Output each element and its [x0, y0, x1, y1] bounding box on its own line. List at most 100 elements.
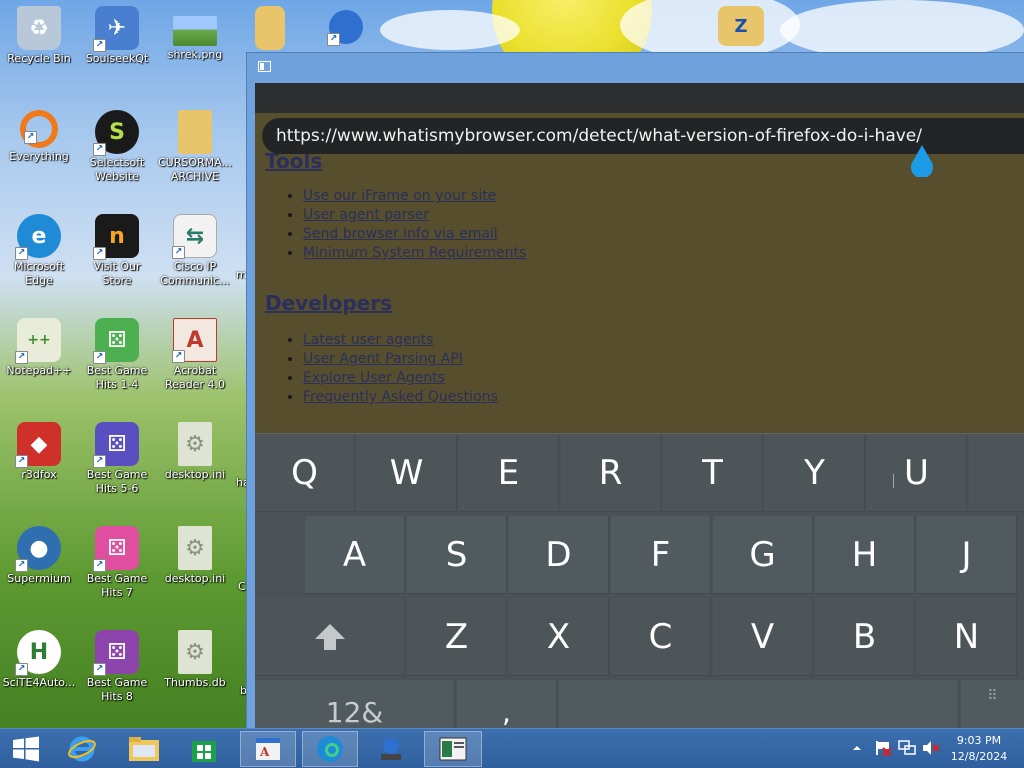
icon-label: Selectsoft Website: [89, 156, 145, 183]
desktop-icon-soulseekqt[interactable]: ✈ ↗ SoulseekQt: [78, 6, 156, 66]
key-w[interactable]: W: [357, 434, 457, 512]
icon-label: SciTE4Auto...: [2, 676, 76, 689]
desktop-icon-best-game-hits-8[interactable]: ⚄ ↗ Best Game Hits 8: [78, 630, 156, 704]
key-e[interactable]: E: [459, 434, 559, 512]
browser-window: Tools Use our iFrame on your site User a…: [246, 52, 1024, 729]
link-send-email[interactable]: Send browser info via email: [303, 226, 498, 242]
taskbar-file-explorer[interactable]: [118, 731, 170, 767]
wallpaper-cloud: [620, 0, 800, 60]
zip-folder-icon[interactable]: Z: [716, 6, 766, 48]
link-explore-user-agents[interactable]: Explore User Agents: [303, 370, 445, 386]
link-iframe[interactable]: Use our iFrame on your site: [303, 188, 496, 204]
list-item: User agent parser: [303, 206, 526, 225]
desktop-icon-acrobat-reader[interactable]: A ↗ Acrobat Reader 4.0: [156, 318, 234, 392]
image-file-icon: [173, 16, 217, 46]
keyboard-layout-icon[interactable]: ⠿: [961, 680, 1024, 729]
window-menu-icon[interactable]: [258, 61, 271, 72]
key-z[interactable]: Z: [407, 598, 507, 676]
desktop-icon-r3dfox[interactable]: ◆ ↗ r3dfox: [0, 422, 78, 482]
desktop-icon-everything[interactable]: ↗ Everything: [0, 110, 78, 164]
key-y[interactable]: Y: [765, 434, 865, 512]
taskbar-active-window[interactable]: [424, 731, 482, 767]
wallpaper-cloud: [780, 0, 1024, 60]
edge-icon: e ↗: [15, 214, 61, 260]
desktop-icon-recycle-bin[interactable]: ♻ Recycle Bin: [0, 6, 78, 66]
network-icon[interactable]: ↗: [326, 10, 366, 46]
dice-icon: ⚄ ↗: [93, 526, 139, 572]
volume-muted-icon[interactable]: [922, 740, 940, 756]
key-q[interactable]: Q: [255, 434, 355, 512]
desktop-icon-thumbs-db[interactable]: ⚙ Thumbs.db: [156, 630, 234, 690]
key-j[interactable]: J: [917, 516, 1017, 594]
system-clock[interactable]: 9:03 PM 12/8/2024: [946, 733, 1012, 765]
list-item: Frequently Asked Questions: [303, 388, 498, 407]
show-hidden-icons-chevron-icon[interactable]: [852, 740, 862, 756]
link-latest-user-agents[interactable]: Latest user agents: [303, 332, 433, 348]
key-t[interactable]: T: [663, 434, 763, 512]
key-space[interactable]: [559, 680, 959, 729]
text-selection-handle-icon[interactable]: [909, 145, 935, 177]
icon-label: Best Game Hits 1-4: [86, 364, 148, 391]
desktop-icon-supermium[interactable]: ● ↗ Supermium: [0, 526, 78, 586]
desktop-icon-visit-our-store[interactable]: n ↗ Visit Our Store: [78, 214, 156, 288]
key-comma[interactable]: ,: [457, 680, 557, 729]
key-i[interactable]: [969, 434, 1024, 512]
key-shift[interactable]: [255, 598, 405, 676]
link-faq[interactable]: Frequently Asked Questions: [303, 389, 498, 405]
magnifier-icon: ↗: [20, 110, 58, 148]
key-f[interactable]: F: [611, 516, 711, 594]
action-center-flag-icon[interactable]: [874, 740, 892, 756]
icon-label: Acrobat Reader 4.0: [165, 364, 225, 391]
key-r[interactable]: R: [561, 434, 661, 512]
key-x[interactable]: X: [509, 598, 609, 676]
key-d[interactable]: D: [509, 516, 609, 594]
folder-icon[interactable]: [250, 6, 290, 52]
taskbar-internet-explorer[interactable]: [56, 731, 108, 767]
taskbar: A 9:03 PM 12/8/2024: [0, 728, 1024, 768]
start-button[interactable]: [0, 731, 52, 767]
link-user-agent-parser[interactable]: User agent parser: [303, 207, 429, 223]
file-explorer-icon: [129, 737, 159, 761]
desktop-icon-desktop-ini-2[interactable]: ⚙ desktop.ini: [156, 526, 234, 586]
key-h[interactable]: H: [815, 516, 915, 594]
desktop-icon-desktop-ini-1[interactable]: ⚙ desktop.ini: [156, 422, 234, 482]
section-title-developers: Developers: [265, 291, 393, 315]
taskbar-microsoft-edge[interactable]: [302, 731, 358, 767]
desktop-icon-cursormania-archive[interactable]: CURSORMA... ARCHIVE: [156, 110, 234, 184]
window-titlebar[interactable]: [247, 53, 1024, 83]
acrobat-icon: A ↗: [172, 318, 217, 363]
icon-label: Supermium: [7, 572, 71, 585]
key-a[interactable]: A: [305, 516, 405, 594]
windows-logo-icon: [13, 736, 39, 762]
desktop-icon-best-game-hits-5-6[interactable]: ⚄ ↗ Best Game Hits 5-6: [78, 422, 156, 496]
icon-label: Notepad++: [6, 364, 72, 377]
desktop-icon-selectsoft-website[interactable]: S ↗ Selectsoft Website: [78, 110, 156, 184]
desktop-icon-microsoft-edge[interactable]: e ↗ Microsoft Edge: [0, 214, 78, 288]
desktop-icon-scite4autohotkey[interactable]: H ↗ SciTE4Auto...: [0, 630, 78, 690]
desktop-icon-notepad-plus-plus[interactable]: ++ ↗ Notepad++: [0, 318, 78, 378]
key-u[interactable]: U: [867, 434, 967, 512]
key-n[interactable]: N: [917, 598, 1017, 676]
desktop-icon-cisco-ip-communicator[interactable]: ⇆ ↗ Cisco IP Communic...: [156, 214, 234, 288]
icon-label: Cisco IP Communic...: [160, 260, 230, 287]
key-s[interactable]: S: [407, 516, 507, 594]
key-b[interactable]: B: [815, 598, 915, 676]
edge-icon: [317, 736, 343, 762]
desktop-icon-shrek-png[interactable]: shrek.png: [156, 6, 234, 62]
link-parsing-api[interactable]: User Agent Parsing API: [303, 351, 463, 367]
desktop-icon-best-game-hits-7[interactable]: ⚄ ↗ Best Game Hits 7: [78, 526, 156, 600]
network-status-icon[interactable]: [898, 740, 916, 756]
taskbar-wordpad[interactable]: A: [240, 731, 296, 767]
list-item: Explore User Agents: [303, 369, 498, 388]
icon-label: Best Game Hits 7: [86, 572, 148, 599]
taskbar-store[interactable]: [178, 731, 230, 767]
key-g[interactable]: G: [713, 516, 813, 594]
soulseek-bird-icon: ✈ ↗: [93, 6, 139, 52]
key-c[interactable]: C: [611, 598, 711, 676]
url-text[interactable]: https://www.whatismybrowser.com/detect/w…: [276, 126, 922, 146]
taskbar-network-app[interactable]: [364, 731, 416, 767]
link-min-requirements[interactable]: Minimum System Requirements: [303, 245, 526, 261]
key-v[interactable]: V: [713, 598, 813, 676]
key-numbers-symbols[interactable]: 12&: [255, 680, 455, 729]
desktop-icon-best-game-hits-1-4[interactable]: ⚄ ↗ Best Game Hits 1-4: [78, 318, 156, 392]
